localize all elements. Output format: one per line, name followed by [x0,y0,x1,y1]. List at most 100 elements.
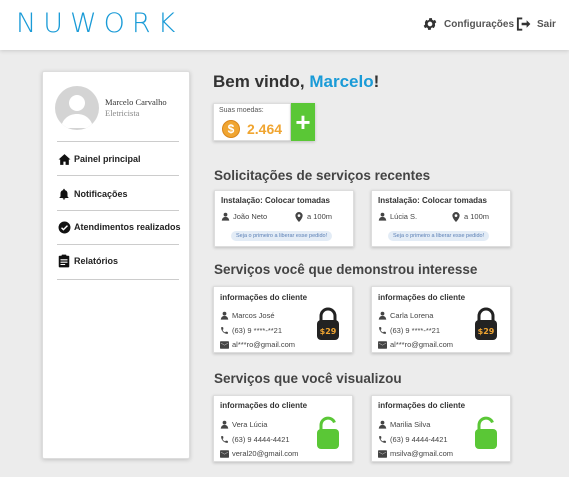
locked-padlock-icon[interactable]: $29 [316,307,340,341]
recent-requests-title: Solicitações de serviços recentes [214,168,431,183]
coins-label: Suas moedas: [219,107,264,114]
settings-button[interactable]: Configurações [422,14,514,34]
viewed-title: Serviços que você visualizou [214,371,402,386]
sidebar: Marcelo Carvalho Eletricista Painel prin… [42,71,190,459]
top-bar: NUWORK Configurações Sair [0,0,569,50]
avatar[interactable] [55,86,99,130]
phone-icon [220,435,232,444]
client-name: Carla Lorena [390,311,434,320]
be-first-pill[interactable]: Seja o primeiro a liberar esse pedido! [231,231,333,241]
coin-icon: $ [222,120,240,138]
client-email: al***ro@gmail.com [232,340,296,349]
client-info-title: informações do cliente [378,293,466,302]
client-email: veral20@gmail.com [232,449,299,458]
profile-name: Marcelo Carvalho [105,97,167,107]
phone-icon [378,435,390,444]
phone-icon [220,326,232,335]
sidebar-item-dashboard[interactable]: Painel principal [57,149,187,169]
sidebar-item-label: Painel principal [74,154,141,164]
client-name-row: Marcos José [220,310,275,321]
client-email: al***ro@gmail.com [390,340,454,349]
user-icon [221,212,233,221]
client-phone: (63) 9 ****-**21 [232,326,283,335]
home-icon [57,152,71,166]
client-name: Marcos José [232,311,275,320]
user-icon [378,212,390,221]
client-phone-row: (63) 9 4444-4421 [220,434,290,445]
email-icon [378,449,390,458]
client-name: João Neto [233,212,268,221]
request-title: Instalação: Colocar tomadas [378,196,487,205]
welcome-heading: Bem vindo, Marcelo! [213,72,379,92]
client-email: msilva@gmail.com [390,449,454,458]
welcome-suffix: ! [373,72,380,91]
map-pin-icon [295,211,303,222]
user-avatar-icon [61,95,93,128]
profile-role: Eletricista [105,108,140,118]
locked-padlock-icon[interactable]: $29 [474,307,498,341]
unlock-cost: 29 [483,327,495,336]
unlocked-padlock-icon[interactable] [474,416,498,450]
user-icon [378,311,390,320]
be-first-pill[interactable]: Seja o primeiro a liberar esse pedido! [388,231,490,241]
sidebar-item-label: Relatórios [74,256,119,266]
email-icon [220,340,232,349]
welcome-prefix: Bem vindo, [213,72,310,91]
sidebar-item-label: Notificações [74,189,128,199]
gear-icon [423,18,437,30]
client-name: Vera Lúcia [232,420,268,429]
sidebar-item-services-done[interactable]: Atendimentos realizados [57,217,187,237]
logout-button[interactable]: Sair [516,14,556,34]
svg-text:$29: $29 [320,327,337,336]
client-name-row: Carla Lorena [378,310,433,321]
sidebar-divider [57,175,179,176]
email-icon [378,340,390,349]
request-card[interactable]: Instalação: Colocar tomadas Lúcia S. a 1… [371,190,511,247]
interest-title: Serviços você que demonstrou interesse [214,262,478,277]
client-phone: (63) 9 4444-4421 [232,435,290,444]
clipboard-icon [57,254,71,268]
coins-widget: Suas moedas: $ 2.464 [213,103,291,141]
client-card[interactable]: informações do cliente Marcos José (63) … [213,286,353,353]
user-icon [378,420,390,429]
client-email-row: al***ro@gmail.com [220,339,295,350]
email-icon [220,449,232,458]
client-card[interactable]: informações do cliente Marilia Silva (63… [371,395,511,462]
client-email-row: msilva@gmail.com [378,448,453,459]
sidebar-divider [57,210,179,211]
unlocked-padlock-icon[interactable] [316,416,340,450]
logo-text: NUWORK [16,8,183,39]
request-distance: a 100m [295,211,332,222]
client-info-title: informações do cliente [378,401,466,410]
sidebar-divider [57,244,179,245]
sidebar-item-notifications[interactable]: Notificações [57,184,187,204]
bell-icon [57,187,71,201]
client-email-row: veral20@gmail.com [220,448,298,459]
distance-value: a 100m [464,212,490,221]
logout-icon [516,17,531,31]
client-phone-row: (63) 9 ****-**21 [378,325,440,336]
check-circle-icon [57,220,71,234]
sidebar-item-label: Atendimentos realizados [74,222,181,232]
client-info-title: informações do cliente [220,401,308,410]
sidebar-item-reports[interactable]: Relatórios [57,251,187,271]
sidebar-divider [57,279,179,280]
nuwork-logo[interactable]: NUWORK [16,8,183,39]
request-distance: a 100m [452,211,489,222]
client-card[interactable]: informações do cliente Vera Lúcia (63) 9… [213,395,353,462]
svg-text:$29: $29 [478,327,495,336]
client-name: Marilia Silva [390,420,431,429]
client-card[interactable]: informações do cliente Carla Lorena (63)… [371,286,511,353]
client-phone: (63) 9 ****-**21 [390,326,441,335]
client-name-row: Vera Lúcia [220,419,267,430]
distance-value: a 100m [307,212,333,221]
request-title: Instalação: Colocar tomadas [221,196,330,205]
client-name: Lúcia S. [390,212,418,221]
phone-icon [378,326,390,335]
add-coins-button[interactable]: + [291,103,315,141]
request-card[interactable]: Instalação: Colocar tomadas João Neto a … [214,190,354,247]
client-info-title: informações do cliente [220,293,308,302]
client-name-row: Marilia Silva [378,419,430,430]
request-client: João Neto [221,211,267,222]
logout-label: Sair [537,18,556,30]
